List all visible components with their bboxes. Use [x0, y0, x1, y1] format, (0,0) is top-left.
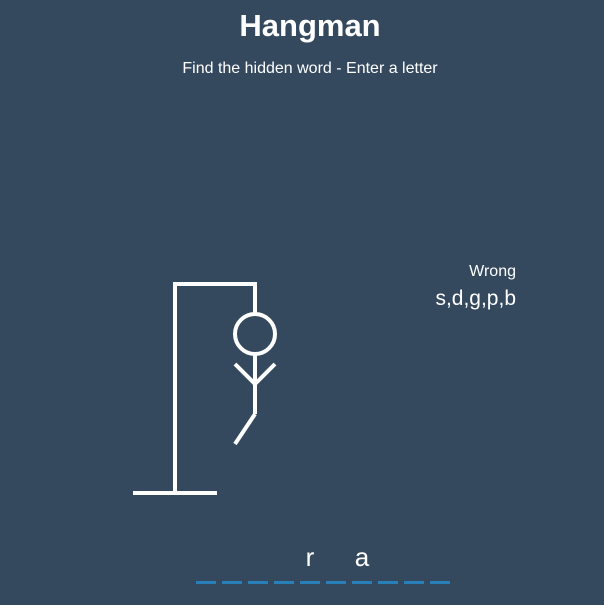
- wrong-letters: s,d,g,p,b: [435, 287, 516, 310]
- hangman-right-arm: [253, 362, 277, 386]
- letter-slot: a: [352, 538, 372, 584]
- letter-slot: [326, 538, 346, 584]
- letter-slot: r: [300, 538, 320, 584]
- letter-slot: [430, 538, 450, 584]
- letter-slot: [378, 538, 398, 584]
- slot-letter: r: [305, 542, 315, 572]
- letter-underline: [404, 581, 424, 584]
- slot-letter: a: [354, 542, 370, 572]
- hangman-left-leg: [233, 412, 257, 446]
- letter-underline: [352, 581, 372, 584]
- wrong-letters-panel: Wrong s,d,g,p,b: [435, 263, 516, 311]
- letter-slot: [196, 538, 216, 584]
- letter-underline: [378, 581, 398, 584]
- hidden-word: r a: [196, 538, 456, 584]
- wrong-label: Wrong: [469, 263, 516, 280]
- letter-underline: [196, 581, 216, 584]
- letter-underline: [300, 581, 320, 584]
- letter-slot: [404, 538, 424, 584]
- letter-slot: [248, 538, 268, 584]
- letter-underline: [326, 581, 346, 584]
- hangman-head: [233, 312, 277, 356]
- hangman-left-arm: [233, 362, 257, 386]
- letter-slot: [274, 538, 294, 584]
- letter-underline: [430, 581, 450, 584]
- letter-underline: [222, 581, 242, 584]
- letter-slot: [222, 538, 242, 584]
- letter-underline: [274, 581, 294, 584]
- letter-underline: [248, 581, 268, 584]
